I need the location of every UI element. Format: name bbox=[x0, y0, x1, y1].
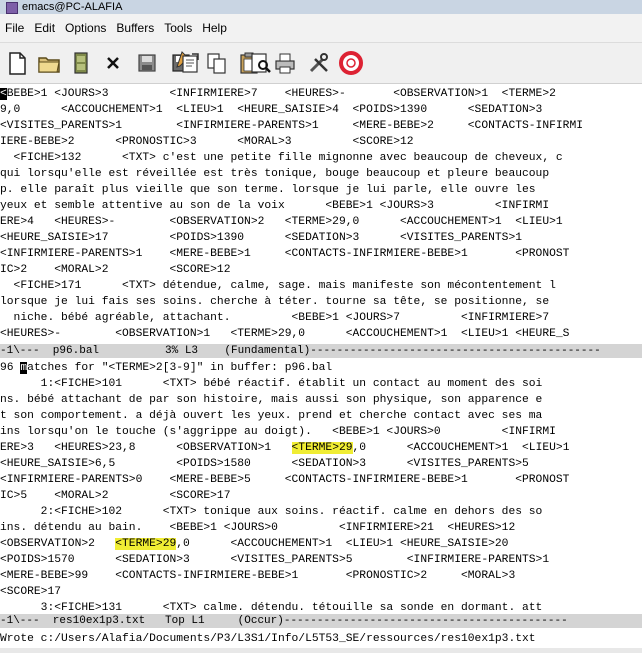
buffer-window-p96[interactable]: <BEBE>1 <JOURS>3 <INFIRMIERE>7 <HEURES>-… bbox=[0, 86, 642, 344]
menu-edit[interactable]: Edit bbox=[29, 14, 60, 42]
buffer-window-occur[interactable]: 96 matches for "<TERME>2[3-9]" in buffer… bbox=[0, 360, 642, 614]
mode-line-p96: -1\--- p96.bal 3% L3 (Fundamental)------… bbox=[0, 344, 642, 358]
buffer-line: <BEBE>1 <JOURS>3 <INFIRMIERE>7 <HEURES>-… bbox=[0, 86, 642, 102]
buffer-line: qui lorsqu'elle est réveillée est très t… bbox=[0, 168, 550, 180]
buffer-line: <VISITES_PARENTS>1 <INFIRMIERE-PARENTS>1… bbox=[0, 120, 584, 132]
help-icon[interactable] bbox=[338, 50, 364, 76]
buffer-line: <HEURE_SAISIE>17 <POIDS>1390 <SEDATION>3… bbox=[0, 232, 523, 244]
buffer-line: <FICHE>171 <TXT> détendue, calme, sage. … bbox=[0, 280, 556, 292]
buffer-line: p. elle paraît plus vieille que son term… bbox=[0, 184, 536, 196]
occur-line[interactable]: ns. bébé attachant de par son histoire, … bbox=[0, 392, 642, 408]
window-titlebar[interactable]: emacs@PC-ALAFIA bbox=[0, 0, 642, 14]
match-highlight[interactable]: <TERME>29 bbox=[291, 442, 353, 454]
minibuffer[interactable]: Wrote c:/Users/Alafia/Documents/P3/L3S1/… bbox=[0, 630, 642, 648]
save-icon[interactable] bbox=[134, 50, 160, 76]
open-folder-icon[interactable] bbox=[36, 50, 62, 76]
occur-line[interactable]: ins lorsqu'on le touche (s'aggrippe au d… bbox=[0, 424, 642, 440]
preferences-icon[interactable] bbox=[306, 50, 332, 76]
occur-line[interactable]: ERE>3 <HEURES>23,8 <OBSERVATION>1 <TERME… bbox=[0, 440, 642, 456]
occur-line[interactable]: ins. détendu au bain. <BEBE>1 <JOURS>0 <… bbox=[0, 520, 642, 536]
buffer-line: IC>2 <MORAL>2 <SCORE>12 bbox=[0, 264, 231, 276]
tool-bar bbox=[0, 43, 642, 84]
occur-line[interactable]: <INFIRMIERE-PARENTS>0 <MERE-BEBE>5 <CONT… bbox=[0, 472, 642, 488]
occur-line-text: <OBSERVATION>2 bbox=[0, 538, 116, 550]
menu-buffers[interactable]: Buffers bbox=[111, 14, 159, 42]
menu-bar: File Edit Options Buffers Tools Help bbox=[0, 14, 642, 43]
menu-file[interactable]: File bbox=[0, 14, 29, 42]
occur-line[interactable]: 2:<FICHE>102 <TXT> tonique aux soins. ré… bbox=[0, 504, 642, 520]
buffer-line: ERE>4 <HEURES>- <OBSERVATION>2 <TERME>29… bbox=[0, 216, 563, 228]
buffer-line: yeux et semble attentive au son de la vo… bbox=[0, 200, 550, 212]
buffer-line: niche. bébé agréable, attachant. <BEBE>1… bbox=[0, 312, 550, 324]
menu-options[interactable]: Options bbox=[60, 14, 111, 42]
occur-header-text: atches for "<TERME>2[3-9]" in buffer: p9… bbox=[27, 362, 333, 374]
buffer-line: <INFIRMIERE-PARENTS>1 <MERE-BEBE>1 <CONT… bbox=[0, 248, 570, 260]
occur-line[interactable]: 3:<FICHE>131 <TXT> calme. détendu. tétou… bbox=[0, 600, 642, 614]
occur-line[interactable]: t son comportement. a déjà ouvert les ye… bbox=[0, 408, 642, 424]
window-title: emacs@PC-ALAFIA bbox=[22, 1, 123, 13]
buffer-line: IERE-BEBE>2 <PRONOSTIC>3 <MORAL>3 <SCORE… bbox=[0, 136, 414, 148]
window-bottom-edge bbox=[0, 648, 642, 653]
close-buffer-icon[interactable] bbox=[100, 50, 126, 76]
text-cursor: < bbox=[0, 88, 7, 100]
occur-line[interactable]: <OBSERVATION>2 <TERME>29,0 <ACCOUCHEMENT… bbox=[0, 536, 642, 552]
new-file-icon[interactable] bbox=[4, 50, 30, 76]
buffer-line: <FICHE>132 <TXT> c'est une petite fille … bbox=[0, 152, 563, 164]
occur-line[interactable]: IC>5 <MORAL>2 <SCORE>17 bbox=[0, 488, 642, 504]
emacs-app-icon bbox=[6, 2, 18, 14]
buffer-line: 9,0 <ACCOUCHEMENT>1 <LIEU>1 <HEURE_SAISI… bbox=[0, 104, 543, 116]
undo-icon[interactable] bbox=[178, 50, 204, 76]
buffer-line: lorsque je lui fais ses soins. cherche à… bbox=[0, 296, 550, 308]
occur-line-text: ,0 <ACCOUCHEMENT>1 <LIEU>1 <HEURE_SAISIE… bbox=[176, 538, 509, 550]
buffer-line: <HEURES>- <OBSERVATION>1 <TERME>29,0 <AC… bbox=[0, 328, 570, 340]
search-icon[interactable] bbox=[248, 50, 274, 76]
match-highlight[interactable]: <TERME>29 bbox=[115, 538, 177, 550]
occur-line[interactable]: <POIDS>1570 <SEDATION>3 <VISITES_PARENTS… bbox=[0, 552, 642, 568]
occur-line[interactable]: <MERE-BEBE>99 <CONTACTS-INFIRMIERE-BEBE>… bbox=[0, 568, 642, 584]
copy-icon[interactable] bbox=[204, 50, 230, 76]
occur-header: 96 matches for "<TERME>2[3-9]" in buffer… bbox=[0, 360, 642, 376]
match-count: 96 bbox=[0, 362, 21, 374]
occur-line-text: ,0 <ACCOUCHEMENT>1 <LIEU>1 bbox=[352, 442, 570, 454]
mode-line-occur: -1\--- res10ex1p3.txt Top L1 (Occur)----… bbox=[0, 614, 642, 628]
buffer-line-text: BEBE>1 <JOURS>3 <INFIRMIERE>7 <HEURES>- … bbox=[6, 88, 556, 100]
occur-line[interactable]: 1:<FICHE>101 <TXT> bébé réactif. établit… bbox=[0, 376, 642, 392]
menu-help[interactable]: Help bbox=[197, 14, 232, 42]
occur-line-text: ERE>3 <HEURES>23,8 <OBSERVATION>1 bbox=[0, 442, 292, 454]
occur-line[interactable]: <HEURE_SAISIE>6,5 <POIDS>1580 <SEDATION>… bbox=[0, 456, 642, 472]
menu-tools[interactable]: Tools bbox=[159, 14, 197, 42]
occur-line[interactable]: <SCORE>17 bbox=[0, 584, 642, 600]
print-icon[interactable] bbox=[272, 50, 298, 76]
save-disk-icon[interactable] bbox=[68, 50, 94, 76]
